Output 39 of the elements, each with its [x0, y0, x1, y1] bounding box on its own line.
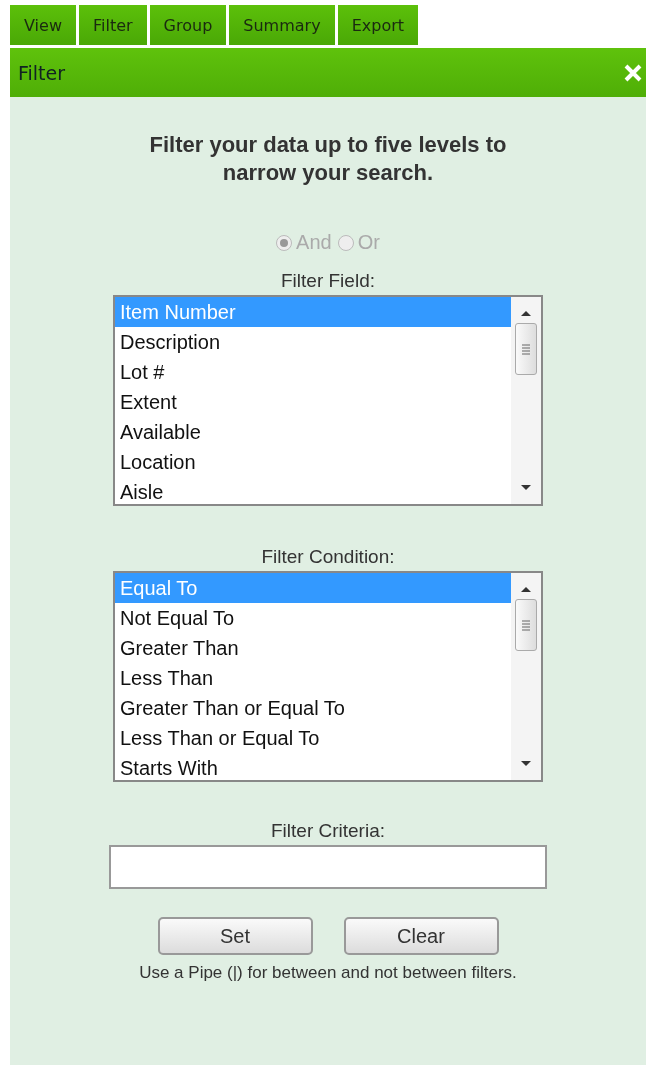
hint-text: Use a Pipe (|) for between and not between filters. — [139, 963, 517, 983]
list-option[interactable]: Lot # — [115, 357, 511, 387]
list-option[interactable]: Aisle — [115, 477, 511, 507]
list-option[interactable]: Greater Than — [115, 633, 511, 663]
grip-icon — [521, 343, 531, 355]
tab[interactable]: Summary — [229, 5, 335, 45]
panel-title: Filter — [18, 61, 66, 84]
field-label: Filter Field: — [281, 270, 375, 292]
scroll-up-icon[interactable] — [520, 585, 532, 593]
scroll-up-icon[interactable] — [520, 309, 532, 317]
field-label: Filter Criteria: — [271, 820, 385, 842]
scrollbar[interactable] — [511, 573, 541, 780]
tab[interactable]: View — [10, 5, 76, 45]
tab[interactable]: Export — [337, 5, 418, 45]
list-option[interactable]: Location — [115, 447, 511, 477]
list-option[interactable]: Less Than or Equal To — [115, 723, 511, 753]
field-label: Filter Condition: — [261, 546, 395, 568]
list-option[interactable]: Greater Than or Equal To — [115, 693, 511, 723]
criteria-field[interactable] — [109, 845, 547, 889]
list-option[interactable]: Extent — [115, 387, 511, 417]
scroll-down-icon[interactable] — [520, 484, 532, 492]
list-option[interactable]: Available — [115, 417, 511, 447]
scroll-thumb[interactable] — [515, 323, 537, 375]
action-button[interactable]: Set — [157, 917, 313, 955]
heading: Filter your data up to five levels to narrow your search. — [148, 131, 508, 187]
list-option[interactable]: Not Equal To — [115, 603, 511, 633]
grip-icon — [521, 619, 531, 631]
list-box[interactable]: Item Number Description Lot # Extent Available Location Aisle — [113, 295, 543, 506]
close-icon — [624, 63, 642, 82]
list-option[interactable]: Less Than — [115, 663, 511, 693]
action-button[interactable]: Clear — [343, 917, 499, 955]
scroll-down-icon[interactable] — [520, 760, 532, 768]
list-option[interactable]: Description — [115, 327, 511, 357]
tab[interactable]: Filter — [78, 5, 147, 45]
tab[interactable]: Group — [149, 5, 227, 45]
list-option[interactable]: Starts With — [115, 753, 511, 783]
list-box[interactable]: Equal To Not Equal To Greater Than Less Than Greater Than or Equal To Less Than or Equal To Starts With — [113, 571, 543, 782]
scrollbar[interactable] — [511, 297, 541, 504]
scroll-thumb[interactable] — [515, 599, 537, 651]
